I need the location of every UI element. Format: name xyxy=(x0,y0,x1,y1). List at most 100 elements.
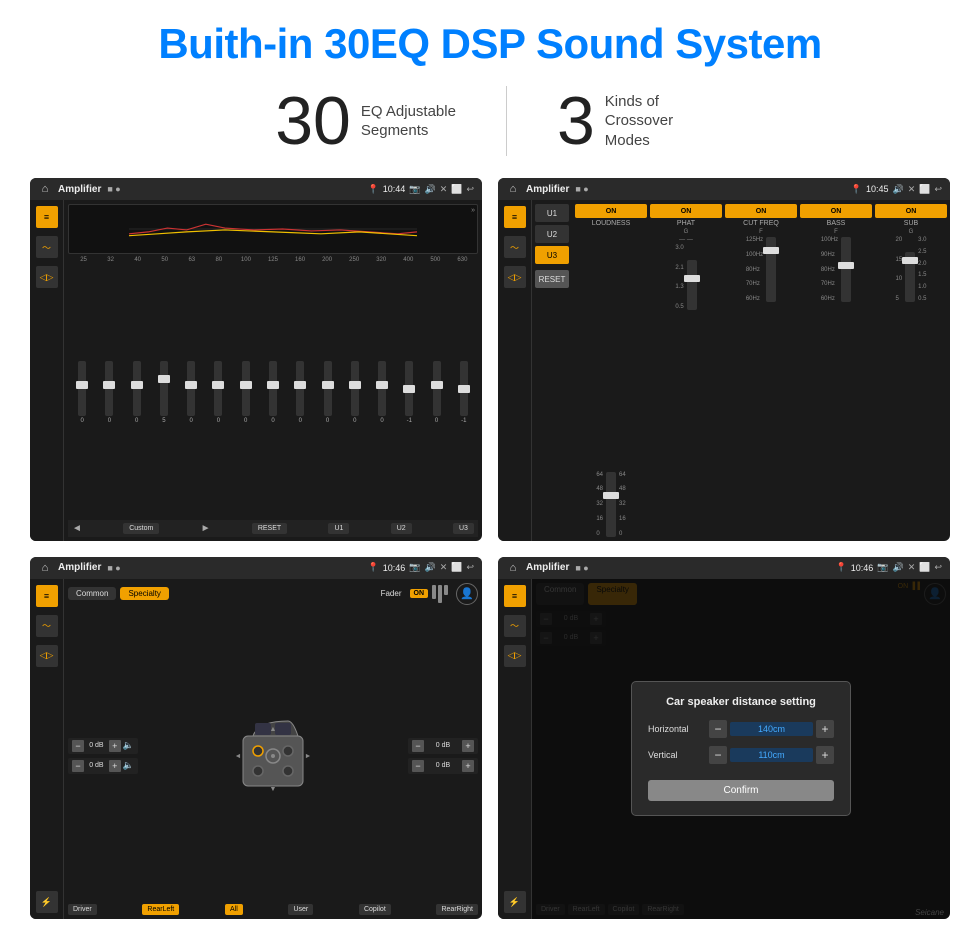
close-icon: ✕ xyxy=(440,184,448,195)
wave-icon-3[interactable]: 〜 xyxy=(36,615,58,637)
eq-slider-8[interactable]: 0 xyxy=(261,361,285,424)
loudness-slider[interactable] xyxy=(606,472,616,537)
screen3-topbar-icons: 📍 10:46 📷 🔊 ✕ ⬜ ↩ xyxy=(368,562,475,573)
user-btn[interactable]: User xyxy=(288,904,313,915)
screen3-time: 10:46 xyxy=(383,563,406,573)
home-icon-2[interactable]: ⌂ xyxy=(506,182,520,196)
screen2-topbar-icons: 📍 10:45 🔊 ✕ ⬜ ↩ xyxy=(851,184,942,195)
eq-tune-icon-3[interactable]: ≡ xyxy=(36,585,58,607)
cutfreq-label: CUT FREQ xyxy=(743,220,779,227)
eq-slider-1[interactable]: 0 xyxy=(70,361,94,424)
left-rear-plus[interactable]: + xyxy=(109,760,121,772)
eq-tune-icon-4[interactable]: ≡ xyxy=(504,585,526,607)
prev-arrow[interactable]: ◄ xyxy=(72,523,82,534)
loudness-on-btn[interactable]: ON xyxy=(575,204,647,218)
left-front-plus[interactable]: + xyxy=(109,740,121,752)
back-icon-2: ↩ xyxy=(934,184,942,195)
sub-on-btn[interactable]: ON xyxy=(875,204,947,218)
screen4-main: Common Specialty ON ▐▐ 👤 − 0 dB + xyxy=(532,579,950,920)
eq-slider-11[interactable]: 0 xyxy=(343,361,367,424)
driver-btn[interactable]: Driver xyxy=(68,904,97,915)
vertical-plus-btn[interactable]: + xyxy=(816,746,834,764)
eq-slider-9[interactable]: 0 xyxy=(288,361,312,424)
location-icon-3: 📍 xyxy=(368,562,379,573)
bluetooth-icon-4[interactable]: ⚡ xyxy=(504,891,526,913)
rearleft-btn[interactable]: RearLeft xyxy=(142,904,179,915)
screen1-sidebar: ≡ 〜 ◁▷ xyxy=(30,200,64,541)
eq-slider-5[interactable]: 0 xyxy=(179,361,203,424)
next-arrow[interactable]: ► xyxy=(201,523,211,534)
cutfreq-on-btn[interactable]: ON xyxy=(725,204,797,218)
bass-slider[interactable] xyxy=(841,237,851,302)
phat-on-btn[interactable]: ON xyxy=(650,204,722,218)
eq-slider-3[interactable]: 0 xyxy=(125,361,149,424)
horizontal-minus-btn[interactable]: − xyxy=(709,720,727,738)
sub-slider[interactable] xyxy=(905,252,915,302)
left-speaker-controls: − 0 dB + 🔈 − 0 dB + 🔈 xyxy=(68,738,138,774)
eq-slider-12[interactable]: 0 xyxy=(370,361,394,424)
tab-common[interactable]: Common xyxy=(68,587,116,600)
u1-btn[interactable]: U1 xyxy=(328,523,349,534)
rearright-btn[interactable]: RearRight xyxy=(436,904,478,915)
speaker-icon[interactable]: ◁▷ xyxy=(36,266,58,288)
right-rear-minus[interactable]: − xyxy=(412,760,424,772)
person-icon[interactable]: 👤 xyxy=(456,583,478,605)
all-btn[interactable]: All xyxy=(225,904,243,915)
stats-row: 30 EQ Adjustable Segments 3 Kinds of Cro… xyxy=(30,86,950,156)
preset-u2[interactable]: U2 xyxy=(535,225,569,243)
speaker-icon-3[interactable]: ◁▷ xyxy=(36,645,58,667)
speaker-icon-4[interactable]: ◁▷ xyxy=(504,645,526,667)
location-icon: 📍 xyxy=(368,184,379,195)
left-rear-minus[interactable]: − xyxy=(72,760,84,772)
eq-slider-10[interactable]: 0 xyxy=(315,361,339,424)
phat-slider[interactable] xyxy=(687,260,697,310)
eq-slider-2[interactable]: 0 xyxy=(97,361,121,424)
preset-u3-active[interactable]: U3 xyxy=(535,246,569,264)
eq-slider-14[interactable]: 0 xyxy=(424,361,448,424)
vertical-minus-btn[interactable]: − xyxy=(709,746,727,764)
wave-icon[interactable]: 〜 xyxy=(36,236,58,258)
home-icon[interactable]: ⌂ xyxy=(38,182,52,196)
u3-btn[interactable]: U3 xyxy=(453,523,474,534)
left-front-minus[interactable]: − xyxy=(72,740,84,752)
eq-slider-15[interactable]: -1 xyxy=(452,361,476,424)
bass-on-btn[interactable]: ON xyxy=(800,204,872,218)
screens-grid: ⌂ Amplifier ■ ● 📍 10:44 📷 🔊 ✕ ⬜ ↩ ≡ 〜 ◁▷ xyxy=(30,178,950,919)
wave-icon-2[interactable]: 〜 xyxy=(504,236,526,258)
right-front-db: − 0 dB + xyxy=(408,738,478,754)
crossover-reset-btn[interactable]: RESET xyxy=(535,270,569,288)
right-front-minus[interactable]: − xyxy=(412,740,424,752)
horizontal-label: Horizontal xyxy=(648,724,703,734)
svg-text:▲: ▲ xyxy=(270,726,277,733)
cutfreq-slider[interactable] xyxy=(766,237,776,302)
eq-slider-13[interactable]: -1 xyxy=(397,361,421,424)
eq-tune-icon[interactable]: ≡ xyxy=(36,206,58,228)
svg-text:►: ► xyxy=(305,753,312,760)
preset-custom-btn[interactable]: Custom xyxy=(123,523,159,534)
speaker-icon-2[interactable]: ◁▷ xyxy=(504,266,526,288)
u2-btn[interactable]: U2 xyxy=(391,523,412,534)
left-rear-db: − 0 dB + 🔈 xyxy=(68,758,138,774)
reset-btn[interactable]: RESET xyxy=(252,523,287,534)
eq-slider-4[interactable]: 5 xyxy=(152,361,176,424)
preset-u1[interactable]: U1 xyxy=(535,204,569,222)
screen-icon-4: ⬜ xyxy=(919,562,930,573)
right-rear-plus[interactable]: + xyxy=(462,760,474,772)
tab-specialty[interactable]: Specialty xyxy=(120,587,168,600)
eq-slider-6[interactable]: 0 xyxy=(206,361,230,424)
screen-eq: ⌂ Amplifier ■ ● 📍 10:44 📷 🔊 ✕ ⬜ ↩ ≡ 〜 ◁▷ xyxy=(30,178,482,541)
screen1-topbar: ⌂ Amplifier ■ ● 📍 10:44 📷 🔊 ✕ ⬜ ↩ xyxy=(30,178,482,200)
screen2-body: ≡ 〜 ◁▷ U1 U2 U3 RESET xyxy=(498,200,950,541)
eq-tune-icon-2[interactable]: ≡ xyxy=(504,206,526,228)
fader-on-btn[interactable]: ON xyxy=(410,589,429,598)
location-icon-4: 📍 xyxy=(836,562,847,573)
bluetooth-icon[interactable]: ⚡ xyxy=(36,891,58,913)
horizontal-plus-btn[interactable]: + xyxy=(816,720,834,738)
confirm-button[interactable]: Confirm xyxy=(648,780,834,801)
wave-icon-4[interactable]: 〜 xyxy=(504,615,526,637)
home-icon-3[interactable]: ⌂ xyxy=(38,561,52,575)
copilot-btn[interactable]: Copilot xyxy=(359,904,391,915)
eq-slider-7[interactable]: 0 xyxy=(234,361,258,424)
right-front-plus[interactable]: + xyxy=(462,740,474,752)
home-icon-4[interactable]: ⌂ xyxy=(506,561,520,575)
